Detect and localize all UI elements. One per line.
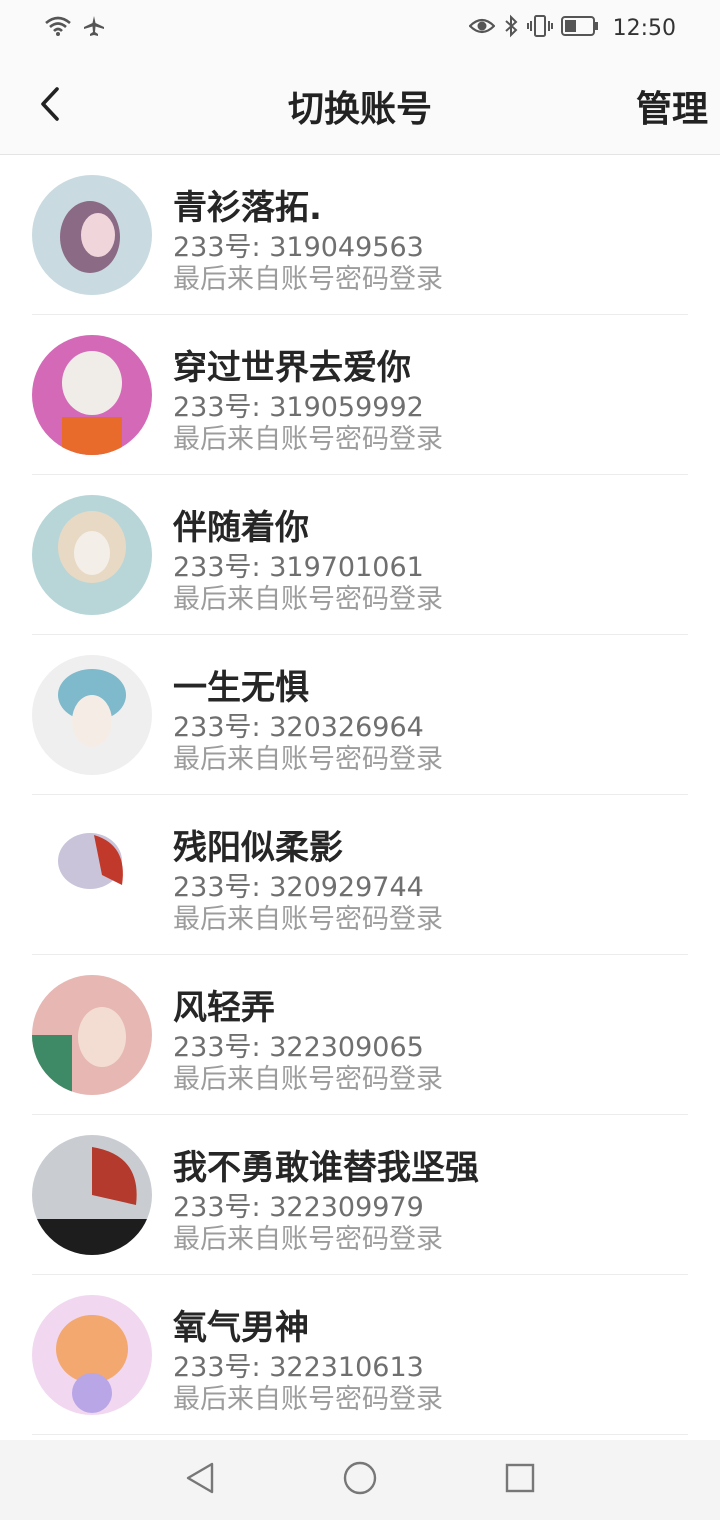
account-item[interactable]: 氧气男神 233号: 322310613 最后来自账号密码登录 [32, 1275, 688, 1435]
account-nickname: 一生无惧 [173, 668, 309, 708]
status-time: 12:50 [612, 15, 676, 41]
page-title: 切换账号 [287, 89, 432, 130]
login-method: 最后来自账号密码登录 [173, 1224, 443, 1255]
account-nickname: 伴随着你 [173, 508, 309, 548]
avatar-face [78, 1007, 126, 1067]
status-right: 12:50 [468, 14, 676, 42]
account-item[interactable]: 残阳似柔影 233号: 320929744 最后来自账号密码登录 [32, 795, 688, 955]
avatar [32, 495, 152, 615]
avatar-clothes [62, 417, 122, 455]
account-nickname: 我不勇敢谁替我坚强 [173, 1148, 479, 1188]
account-item[interactable]: 一生无惧 233号: 320326964 最后来自账号密码登录 [32, 635, 688, 795]
avatar-accessory [72, 1373, 112, 1413]
circle-home-icon [342, 1460, 378, 1500]
app-header: 切换账号 管理 [0, 56, 720, 155]
bluetooth-icon [503, 14, 519, 42]
manage-button[interactable]: 管理 [636, 80, 708, 132]
nav-recents-button[interactable] [500, 1460, 540, 1500]
avatar [32, 975, 152, 1095]
avatar-clothes [32, 1219, 152, 1255]
airplane-icon [82, 14, 106, 42]
avatar [32, 815, 152, 935]
account-item[interactable]: 穿过世界去爱你 233号: 319059992 最后来自账号密码登录 [32, 315, 688, 475]
login-method: 最后来自账号密码登录 [173, 1384, 443, 1415]
avatar-hair [62, 351, 122, 415]
avatar [32, 1295, 152, 1415]
avatar [32, 175, 152, 295]
triangle-back-icon [184, 1461, 216, 1499]
account-nickname: 氧气男神 [173, 1308, 309, 1348]
avatar [32, 335, 152, 455]
login-method: 最后来自账号密码登录 [173, 584, 443, 615]
avatar-face [72, 695, 112, 747]
avatar [32, 1135, 152, 1255]
vibrate-icon [526, 14, 553, 42]
login-method: 最后来自账号密码登录 [173, 1064, 443, 1095]
avatar-face [74, 531, 110, 575]
account-nickname: 穿过世界去爱你 [173, 348, 411, 388]
login-method: 最后来自账号密码登录 [173, 904, 443, 935]
wifi-icon [44, 15, 72, 41]
avatar-face [81, 213, 115, 257]
status-bar: 12:50 [0, 0, 720, 56]
avatar [32, 655, 152, 775]
account-item[interactable]: 我不勇敢谁替我坚强 233号: 322309979 最后来自账号密码登录 [32, 1115, 688, 1275]
login-method: 最后来自账号密码登录 [173, 264, 443, 295]
avatar-hair [56, 1315, 128, 1383]
account-nickname: 青衫落拓. [173, 188, 322, 228]
nav-home-button[interactable] [340, 1460, 380, 1500]
login-method: 最后来自账号密码登录 [173, 424, 443, 455]
login-method: 最后来自账号密码登录 [173, 744, 443, 775]
account-nickname: 风轻弄 [173, 988, 275, 1028]
system-nav-bar [0, 1440, 720, 1520]
account-item[interactable]: 风轻弄 233号: 322309065 最后来自账号密码登录 [32, 955, 688, 1115]
nav-back-button[interactable] [180, 1460, 220, 1500]
square-recents-icon [504, 1462, 536, 1498]
account-item[interactable]: 伴随着你 233号: 319701061 最后来自账号密码登录 [32, 475, 688, 635]
eye-icon [468, 16, 496, 40]
battery-icon [560, 15, 599, 41]
account-nickname: 残阳似柔影 [173, 828, 343, 868]
account-item[interactable]: 青衫落拓. 233号: 319049563 最后来自账号密码登录 [32, 155, 688, 315]
account-list: 青衫落拓. 233号: 319049563 最后来自账号密码登录 穿过世界去爱你… [0, 155, 720, 1435]
avatar-jacket [32, 1035, 72, 1095]
status-left [44, 14, 106, 42]
